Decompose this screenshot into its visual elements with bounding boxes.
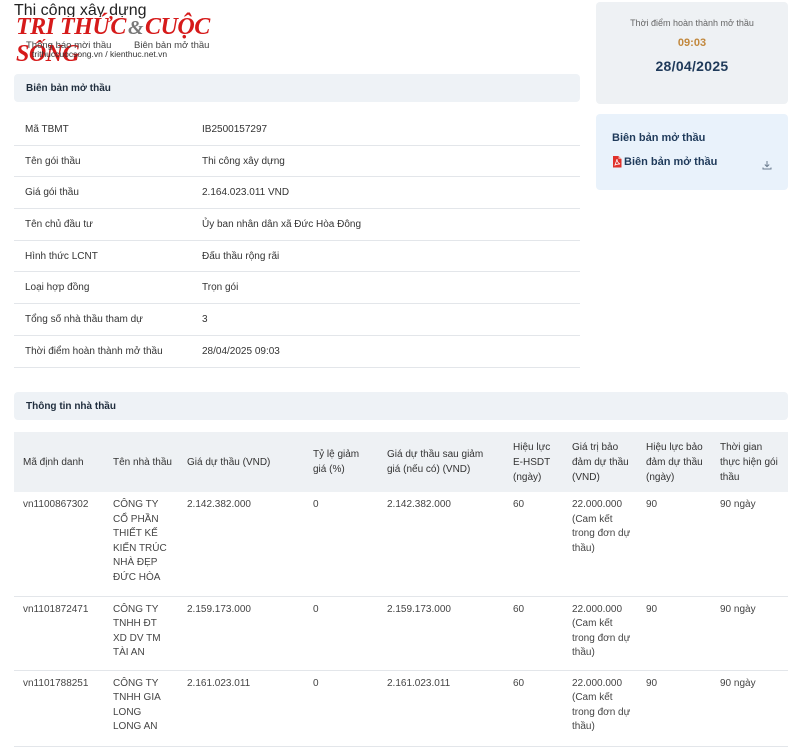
bid-minutes-section-header: Biên bản mở thầu <box>14 74 580 102</box>
document-card: Biên bản mở thầu Biên bản mở thầu <box>596 114 788 190</box>
brand-logo-part1: TRI THỨC <box>16 14 126 40</box>
column-header-guarantee: Giá trị bảo đảm dự thầu (VND) <box>563 432 637 492</box>
detail-value: 3 <box>202 313 208 325</box>
cell-name: CÔNG TY TNHH ĐT XD DV TM TÀI AN <box>104 596 178 671</box>
completion-time-date: 28/04/2025 <box>655 58 729 74</box>
completion-time-hour: 09:03 <box>677 37 707 49</box>
detail-label: Thời điểm hoàn thành mở thầu <box>25 345 163 357</box>
download-icon[interactable] <box>762 160 772 170</box>
detail-label: Giá gói thầu <box>25 187 79 199</box>
bid-minutes-details: Mã TBMT IB2500157297 Tên gói thầu Thi cô… <box>14 114 580 368</box>
cell-duration: 90 ngày <box>711 596 788 671</box>
cell-name: CÔNG TY TNHH GIA LONG LONG AN <box>104 670 178 747</box>
detail-row-package-price: Giá gói thầu 2.164.023.011 VND <box>14 177 580 210</box>
document-file-label: Biên bản mở thầu <box>624 156 718 168</box>
cell-duration: 90 ngày <box>711 492 788 597</box>
cell-guarantee-validity: 90 <box>637 596 711 671</box>
detail-row-tbmt: Mã TBMT IB2500157297 <box>14 114 580 146</box>
cell-price-after-discount: 2.161.023.011 <box>378 670 504 747</box>
pdf-icon <box>612 156 622 168</box>
cell-bid-price: 2.142.382.000 <box>178 492 304 597</box>
brand-logo-amp: & <box>127 17 144 39</box>
detail-label: Mã TBMT <box>25 123 69 135</box>
column-header-discount: Tỷ lệ giảm giá (%) <box>304 432 378 492</box>
cell-price-after-discount: 2.142.382.000 <box>378 492 504 597</box>
brand-watermark: TRI THỨC &CUỘC SỐNG trithuccuocsong.vn / … <box>12 6 232 67</box>
detail-row-selection-method: Hình thức LCNT Đấu thầu rộng rãi <box>14 241 580 273</box>
cell-id: vn1100867302 <box>14 492 104 597</box>
detail-row-investor: Tên chủ đầu tư Ủy ban nhân dân xã Đức Hò… <box>14 209 580 241</box>
detail-value: 2.164.023.011 VND <box>202 187 290 199</box>
cell-validity: 60 <box>504 492 563 597</box>
column-header-name: Tên nhà thầu <box>104 432 178 492</box>
cell-discount: 0 <box>304 596 378 671</box>
cell-duration: 90 ngày <box>711 670 788 747</box>
cell-validity: 60 <box>504 670 563 747</box>
detail-label: Loại hợp đồng <box>25 282 90 294</box>
column-header-validity: Hiệu lực E-HSDT (ngày) <box>504 432 563 492</box>
column-header-id: Mã định danh <box>14 432 104 492</box>
column-header-bid-price: Giá dự thầu (VND) <box>178 432 304 492</box>
table-header-row: Mã định danh Tên nhà thầu Giá dự thầu (V… <box>14 432 788 492</box>
detail-row-bidder-count: Tổng số nhà thầu tham dự 3 <box>14 304 580 336</box>
detail-label: Tên gói thầu <box>25 155 81 167</box>
cell-discount: 0 <box>304 492 378 597</box>
cell-guarantee: 22.000.000 (Cam kết trong đơn dự thầu) <box>563 596 637 671</box>
cell-guarantee: 22.000.000 (Cam kết trong đơn dự thầu) <box>563 492 637 597</box>
detail-row-contract-type: Loại hợp đồng Trọn gói <box>14 272 580 305</box>
cell-guarantee-validity: 90 <box>637 492 711 597</box>
cell-bid-price: 2.159.173.000 <box>178 596 304 671</box>
document-file-link[interactable]: Biên bản mở thầu <box>612 156 717 168</box>
detail-row-package-name: Tên gói thầu Thi công xây dựng <box>14 146 580 178</box>
completion-time-card: Thời điểm hoàn thành mở thầu 09:03 28/04… <box>596 2 788 104</box>
contractors-table: Mã định danh Tên nhà thầu Giá dự thầu (V… <box>14 432 788 747</box>
detail-value: 28/04/2025 09:03 <box>202 345 280 357</box>
cell-name: CÔNG TY CỔ PHẦN THIẾT KẾ KIẾN TRÚC NHÀ Đ… <box>104 492 178 597</box>
contractors-section-header: Thông tin nhà thầu <box>14 392 788 420</box>
completion-time-label: Thời điểm hoàn thành mở thầu <box>630 18 754 28</box>
cell-id: vn1101788251 <box>14 670 104 747</box>
column-header-duration: Thời gian thực hiện gói thầu <box>711 432 788 492</box>
cell-validity: 60 <box>504 596 563 671</box>
document-card-title: Biên bản mở thầu <box>612 132 706 144</box>
detail-value: Đấu thầu rộng rãi <box>202 250 280 262</box>
column-header-guarantee-validity: Hiệu lực bảo đảm dự thầu (ngày) <box>637 432 711 492</box>
cell-guarantee-validity: 90 <box>637 670 711 747</box>
cell-discount: 0 <box>304 670 378 747</box>
cell-price-after-discount: 2.159.173.000 <box>378 596 504 671</box>
cell-bid-price: 2.161.023.011 <box>178 670 304 747</box>
detail-label: Tổng số nhà thầu tham dự <box>25 313 143 325</box>
detail-value: Thi công xây dựng <box>202 155 285 167</box>
table-row: vn1101788251 CÔNG TY TNHH GIA LONG LONG … <box>14 670 788 747</box>
column-header-price-after-discount: Giá dự thầu sau giảm giá (nếu có) (VND) <box>378 432 504 492</box>
tab-bid-notice[interactable]: Thông báo mời thầu <box>26 40 111 51</box>
detail-value: IB2500157297 <box>202 123 268 135</box>
cell-id: vn1101872471 <box>14 596 104 671</box>
detail-value: Ủy ban nhân dân xã Đức Hòa Đông <box>202 218 362 230</box>
cell-guarantee: 22.000.000 (Cam kết trong đơn dự thầu) <box>563 670 637 747</box>
detail-value: Trọn gói <box>202 282 239 294</box>
detail-label: Hình thức LCNT <box>25 250 98 262</box>
table-row: vn1101872471 CÔNG TY TNHH ĐT XD DV TM TÀ… <box>14 596 788 671</box>
detail-row-completion-time: Thời điểm hoàn thành mở thầu 28/04/2025 … <box>14 336 580 368</box>
detail-label: Tên chủ đầu tư <box>25 218 93 230</box>
table-row: vn1100867302 CÔNG TY CỔ PHẦN THIẾT KẾ KI… <box>14 492 788 597</box>
tab-bid-minutes[interactable]: Biên bản mở thầu <box>134 40 209 51</box>
